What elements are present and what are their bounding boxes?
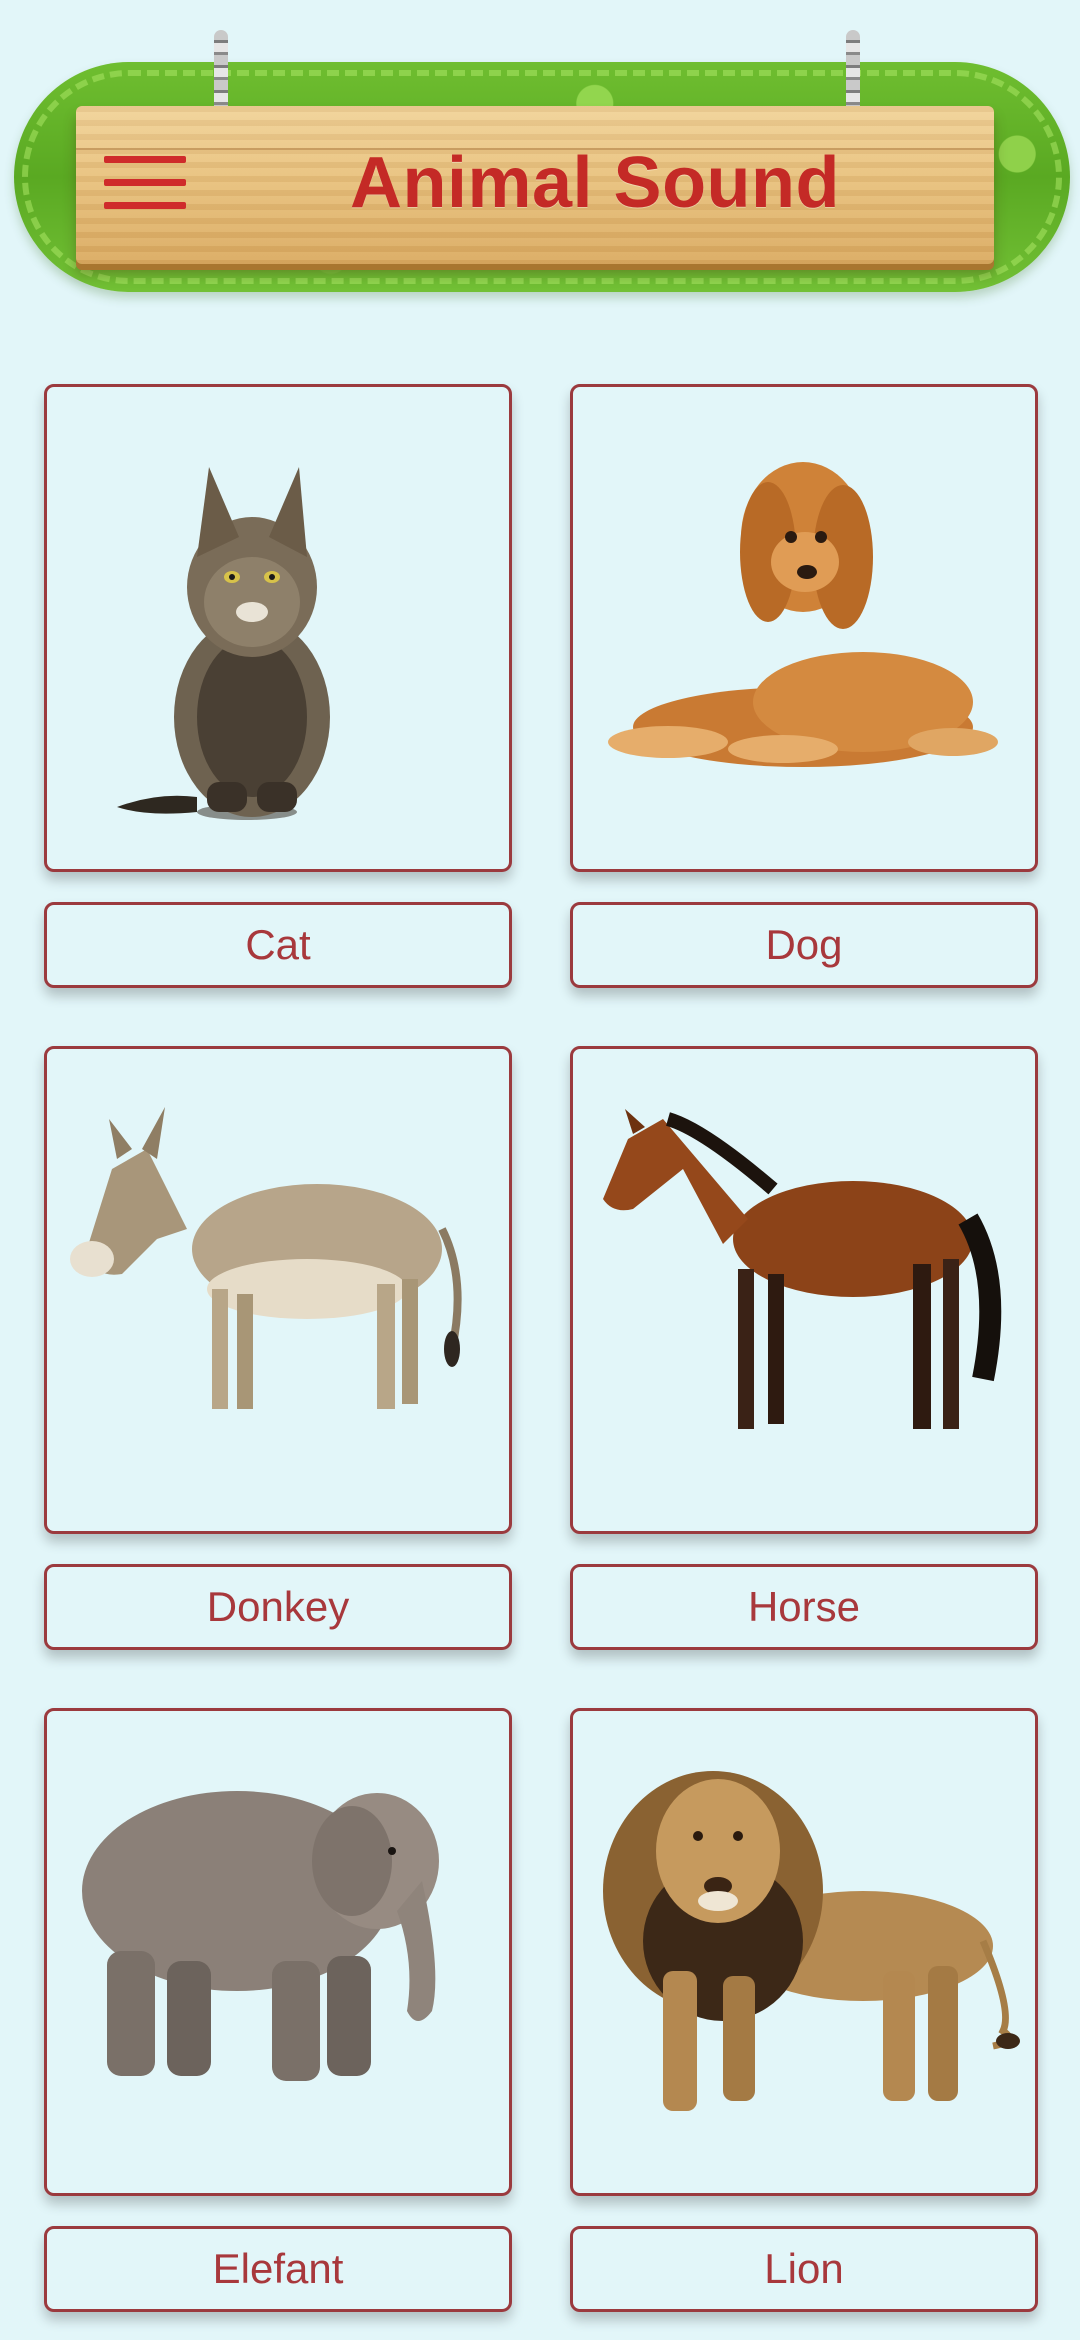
animal-card-dog: Dog: [570, 384, 1038, 988]
dog-photo: [608, 462, 998, 767]
horse-photo: [603, 1109, 1002, 1429]
animal-card-elefant: Elefant: [44, 1708, 512, 2312]
animal-card-cat: Cat: [44, 384, 512, 988]
animal-label-horse[interactable]: Horse: [570, 1564, 1038, 1650]
animal-card-horse: Horse: [570, 1046, 1038, 1650]
animal-card-donkey: Donkey: [44, 1046, 512, 1650]
animal-card-lion: Lion: [570, 1708, 1038, 2312]
donkey-photo: [70, 1107, 462, 1409]
animal-label-dog[interactable]: Dog: [570, 902, 1038, 988]
animal-image-elephant[interactable]: [44, 1708, 512, 2196]
hamburger-menu-icon[interactable]: [104, 152, 186, 214]
animal-image-lion[interactable]: [570, 1708, 1038, 2196]
wooden-sign: Animal Sound: [76, 106, 994, 264]
cat-photo: [117, 467, 330, 820]
animal-image-horse[interactable]: [570, 1046, 1038, 1534]
animal-label-donkey[interactable]: Donkey: [44, 1564, 512, 1650]
app-header: Animal Sound: [0, 0, 1080, 320]
lion-photo: [603, 1771, 1020, 2111]
animal-label-cat[interactable]: Cat: [44, 902, 512, 988]
animal-label-elefant[interactable]: Elefant: [44, 2226, 512, 2312]
chain-icon: [846, 30, 860, 116]
animal-label-lion[interactable]: Lion: [570, 2226, 1038, 2312]
animal-image-donkey[interactable]: [44, 1046, 512, 1534]
animal-image-cat[interactable]: [44, 384, 512, 872]
elephant-photo: [82, 1791, 439, 2081]
animal-image-dog[interactable]: [570, 384, 1038, 872]
app-title: Animal Sound: [350, 143, 840, 223]
chain-icon: [214, 30, 228, 116]
